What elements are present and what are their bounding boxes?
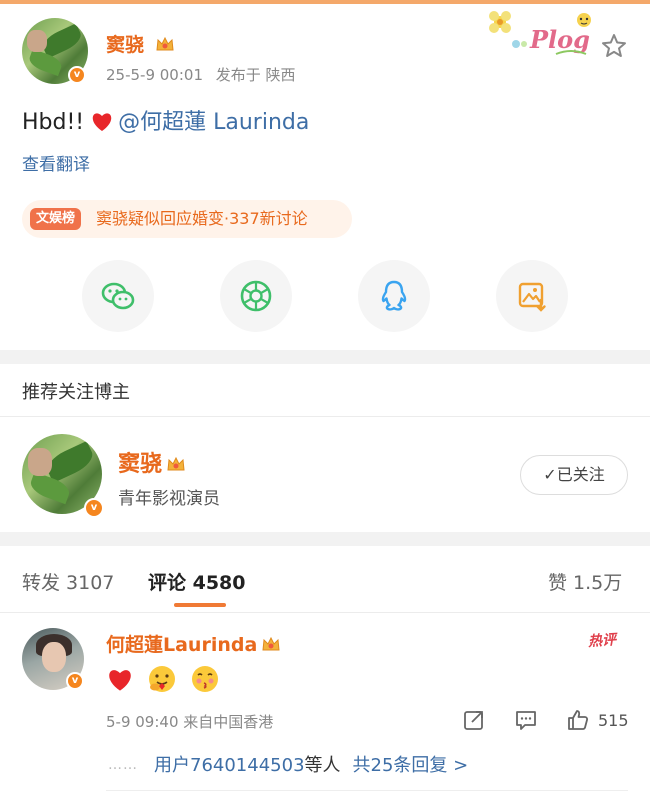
divider — [0, 612, 650, 613]
view-replies-link[interactable]: 共25条回复 > — [353, 755, 469, 776]
translate-link[interactable]: 查看翻译 — [22, 150, 90, 175]
svg-text:Plog: Plog — [529, 25, 590, 54]
section-gap — [0, 350, 650, 364]
reply-user-link[interactable]: 用户7640144503 — [154, 755, 305, 776]
commenter-name[interactable]: 何超蓮Laurinda — [106, 630, 281, 657]
heart-emoji-icon — [109, 670, 131, 691]
tab-likes[interactable]: 赞 1.5万 — [548, 568, 622, 595]
tab-comments[interactable]: 评论 4580 — [148, 568, 246, 595]
moments-icon — [240, 280, 272, 312]
share-comment-button[interactable] — [462, 708, 486, 734]
share-wechat-button[interactable] — [82, 260, 154, 332]
save-image-icon — [518, 282, 546, 312]
share-icon — [464, 711, 483, 730]
followed-button[interactable]: ✓已关注 — [520, 455, 628, 495]
favorite-star-icon[interactable] — [600, 32, 628, 60]
hot-topic-banner[interactable]: 文娱榜 窦骁疑似回应婚变·337新讨论 — [22, 200, 352, 238]
recommended-name[interactable]: 窦骁 — [118, 446, 186, 478]
recommended-description: 青年影视演员 — [118, 489, 220, 509]
post-date: 25-5-9 00:01 — [106, 66, 203, 84]
post-body: Hbd!! @何超蓮 Laurinda — [22, 110, 310, 135]
divider — [0, 416, 650, 417]
crown-icon — [167, 456, 185, 471]
comment-meta: 5-9 09:40 来自中国香港 — [106, 711, 273, 732]
recommend-title: 推荐关注博主 — [22, 382, 130, 403]
share-moments-button[interactable] — [220, 260, 292, 332]
verified-badge-icon: v — [68, 66, 86, 84]
share-qq-button[interactable] — [358, 260, 430, 332]
author-name[interactable]: 窦骁 — [106, 30, 175, 57]
kiss-emoji-icon — [192, 666, 219, 692]
like-comment-button[interactable] — [566, 708, 590, 734]
crown-icon — [156, 36, 174, 51]
verified-badge-icon: v — [84, 498, 104, 518]
thumbs-up-icon — [568, 710, 589, 730]
heart-emoji-icon — [92, 113, 112, 131]
save-image-button[interactable] — [496, 260, 568, 332]
hot-topic-text: 窦骁疑似回应婚变·337新讨论 — [96, 209, 308, 228]
hot-comment-tag: 热评 — [587, 632, 617, 650]
hot-list-badge: 文娱榜 — [30, 208, 82, 230]
post-meta: 25-5-9 00:01 发布于 陕西 — [106, 64, 304, 85]
comment-icon — [516, 711, 536, 730]
plog-sticker: Plog — [489, 11, 591, 55]
comment-like-count: 515 — [598, 711, 629, 730]
verified-badge-icon: v — [66, 672, 84, 690]
divider — [106, 790, 628, 791]
check-icon: ✓ — [543, 465, 557, 484]
active-tab-indicator — [174, 603, 226, 607]
tab-repost[interactable]: 转发 3107 — [22, 568, 114, 595]
qq-icon — [381, 280, 407, 311]
crown-icon — [262, 636, 280, 651]
wechat-icon — [101, 282, 135, 310]
comment-source: 来自中国香港 — [183, 713, 274, 731]
comment-emojis — [106, 664, 220, 694]
flower-icon — [489, 11, 527, 48]
section-gap — [0, 532, 650, 546]
post-location: 发布于 陕西 — [215, 66, 296, 84]
reply-comment-button[interactable] — [514, 708, 538, 734]
hug-emoji-icon — [149, 666, 176, 692]
comment-date: 5-9 09:40 — [106, 713, 179, 731]
reply-summary[interactable]: …… 用户7640144503等人 共25条回复 > — [106, 745, 628, 787]
mention-link[interactable]: @何超蓮 Laurinda — [118, 110, 309, 135]
reply-text: 用户7640144503等人 共25条回复 > — [154, 755, 469, 776]
reply-dots: …… — [108, 757, 138, 773]
